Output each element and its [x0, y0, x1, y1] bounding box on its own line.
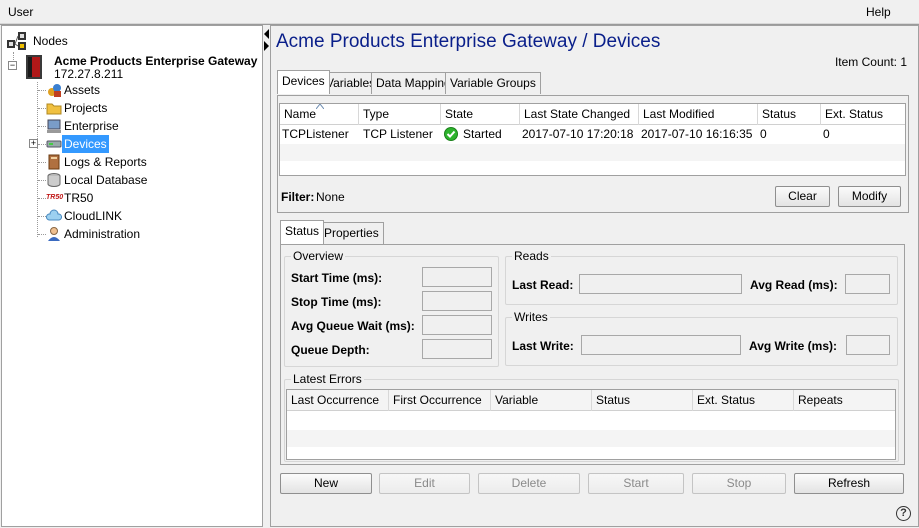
last-read-field: [579, 274, 742, 294]
devices-icon: [46, 140, 62, 148]
cell-name: TCPListener: [282, 127, 349, 141]
avg-read-label: Avg Read (ms):: [750, 278, 838, 292]
overview-title: Overview: [291, 249, 346, 263]
stop-time-label: Stop Time (ms):: [291, 295, 382, 309]
last-write-label: Last Write:: [512, 339, 574, 353]
queue-depth-label: Queue Depth:: [291, 343, 370, 357]
cell-ext-status: 0: [823, 127, 830, 141]
col-error-status[interactable]: Status: [592, 390, 693, 411]
stop-button[interactable]: Stop: [692, 473, 786, 494]
sidebar-item-label: Administration: [64, 227, 141, 241]
sidebar-item-label: Projects: [64, 101, 108, 115]
menu-help[interactable]: Help: [866, 5, 891, 19]
modify-button[interactable]: Modify: [838, 186, 901, 207]
col-error-ext-status[interactable]: Ext. Status: [693, 390, 794, 411]
avg-queue-wait-label: Avg Queue Wait (ms):: [291, 319, 415, 333]
devices-table: Name Type State Last State Changed Last …: [279, 103, 906, 176]
start-button[interactable]: Start: [588, 473, 684, 494]
cell-type: TCP Listener: [363, 127, 433, 141]
reads-title: Reads: [512, 249, 551, 263]
refresh-button[interactable]: Refresh: [794, 473, 904, 494]
cell-status: 0: [760, 127, 767, 141]
col-last-modified[interactable]: Last Modified: [639, 104, 758, 125]
sidebar-item-label: Devices: [62, 135, 109, 153]
collapse-left-arrow-icon[interactable]: [264, 29, 269, 39]
delete-button[interactable]: Delete: [478, 473, 580, 494]
col-variable[interactable]: Variable: [491, 390, 592, 411]
col-state[interactable]: State: [441, 104, 520, 125]
cell-last-modified: 2017-07-10 16:16:35: [641, 127, 753, 141]
database-icon: [47, 173, 61, 187]
expand-right-arrow-icon[interactable]: [264, 41, 269, 51]
avg-read-field: [845, 274, 890, 294]
edit-button[interactable]: Edit: [379, 473, 470, 494]
start-time-label: Start Time (ms):: [291, 271, 383, 285]
collapse-icon[interactable]: −: [8, 61, 17, 70]
col-ext-status[interactable]: Ext. Status: [821, 104, 905, 125]
tab-properties[interactable]: Properties: [319, 222, 384, 244]
queue-depth-field: [422, 339, 492, 359]
help-icon[interactable]: ?: [896, 506, 911, 521]
cloud-icon: [46, 209, 62, 221]
item-count: Item Count: 1: [834, 55, 907, 69]
tab-variable-groups[interactable]: Variable Groups: [445, 72, 541, 94]
assets-icon: [48, 84, 61, 97]
tab-status[interactable]: Status: [280, 220, 325, 244]
sidebar-item-label: Assets: [64, 83, 101, 97]
start-time-field: [422, 267, 492, 287]
sidebar-item-label: Local Database: [64, 173, 148, 187]
errors-table: Last Occurrence First Occurrence Variabl…: [286, 389, 896, 460]
last-read-label: Last Read:: [512, 278, 574, 292]
nodes-icon: [7, 32, 26, 50]
sort-asc-icon: [316, 104, 324, 109]
latest-errors-title: Latest Errors: [291, 372, 364, 386]
writes-title: Writes: [512, 310, 550, 324]
cell-state: Started: [463, 127, 502, 141]
server-icon: [26, 55, 42, 79]
book-icon: [48, 154, 60, 170]
col-repeats[interactable]: Repeats: [794, 390, 895, 411]
sidebar-item-label: TR50: [64, 191, 94, 205]
col-first-occurrence[interactable]: First Occurrence: [389, 390, 491, 411]
devices-table-header: Name Type State Last State Changed Last …: [280, 104, 905, 125]
folder-icon: [46, 103, 62, 115]
cell-last-state-changed: 2017-07-10 17:20:18: [522, 127, 634, 141]
filter-label: Filter:: [281, 190, 315, 204]
new-button[interactable]: New: [280, 473, 372, 494]
sidebar-item-label: CloudLINK: [64, 209, 123, 223]
filter-value: None: [316, 190, 345, 204]
col-status[interactable]: Status: [758, 104, 821, 125]
page-title: Acme Products Enterprise Gateway / Devic…: [276, 31, 661, 52]
stop-time-field: [422, 291, 492, 311]
col-type[interactable]: Type: [359, 104, 441, 125]
col-last-state-changed[interactable]: Last State Changed: [520, 104, 639, 125]
tree-root-label: Nodes: [33, 34, 68, 48]
navigation-tree: Nodes − Acme Products Enterprise Gateway…: [1, 25, 263, 527]
col-last-occurrence[interactable]: Last Occurrence: [287, 390, 389, 411]
avg-write-label: Avg Write (ms):: [749, 339, 838, 353]
tab-devices[interactable]: Devices: [277, 70, 330, 94]
tr50-icon: TR50: [46, 194, 64, 201]
enterprise-icon: [47, 119, 61, 133]
menu-user[interactable]: User: [8, 5, 33, 19]
started-check-icon: [444, 127, 458, 141]
avg-queue-wait-field: [422, 315, 492, 335]
admin-icon: [48, 227, 60, 241]
table-row[interactable]: TCPListener TCP Listener Started 2017-07…: [280, 125, 905, 143]
sidebar-item-label: Enterprise: [64, 119, 119, 133]
errors-table-header: Last Occurrence First Occurrence Variabl…: [287, 390, 895, 411]
clear-button[interactable]: Clear: [775, 186, 830, 207]
last-write-field: [581, 335, 741, 355]
menu-bar: User Help: [0, 0, 919, 24]
expand-icon[interactable]: +: [29, 139, 38, 148]
avg-write-field: [846, 335, 890, 355]
sidebar-item-label: Logs & Reports: [64, 155, 147, 169]
tab-data-mapping[interactable]: Data Mapping: [371, 72, 456, 94]
